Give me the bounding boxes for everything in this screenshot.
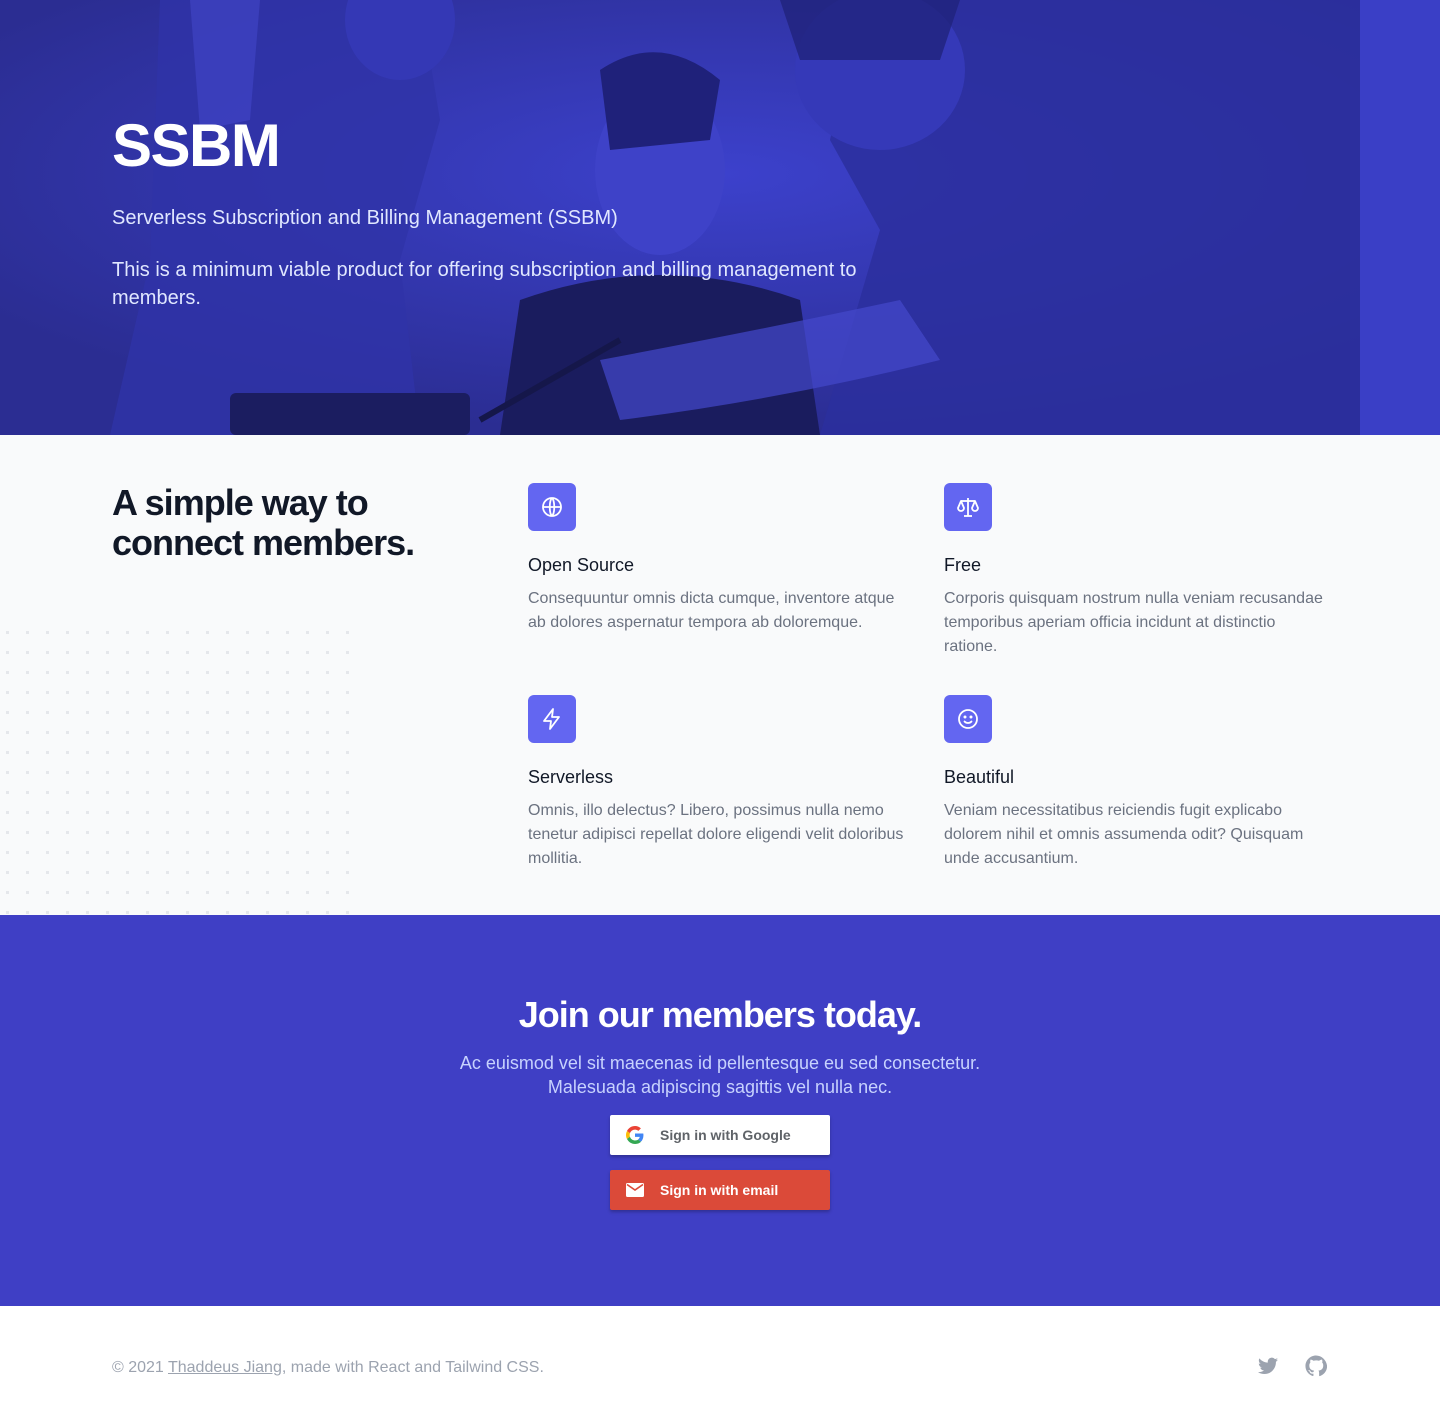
sign-in-email-button[interactable]: Sign in with email bbox=[610, 1170, 830, 1210]
author-link[interactable]: Thaddeus Jiang bbox=[168, 1359, 282, 1376]
google-icon bbox=[610, 1126, 660, 1144]
hero-subtitle: Serverless Subscription and Billing Mana… bbox=[112, 207, 618, 229]
hero-section: SSBM Serverless Subscription and Billing… bbox=[0, 0, 1440, 435]
hero-content: SSBM Serverless Subscription and Billing… bbox=[112, 112, 872, 312]
footer-suffix: , made with React and Tailwind CSS. bbox=[281, 1359, 544, 1376]
feature-title: Free bbox=[944, 555, 982, 575]
cta-section: Join our members today. Ac euismod vel s… bbox=[0, 915, 1440, 1306]
scale-icon bbox=[944, 483, 992, 531]
feature-open-source: Open Source Consequuntur omnis dicta cum… bbox=[528, 483, 908, 635]
dot-pattern bbox=[0, 625, 360, 915]
sign-in-google-label: Sign in with Google bbox=[660, 1127, 791, 1143]
globe-icon bbox=[528, 483, 576, 531]
footer-copyright: © 2021 Thaddeus Jiang, made with React a… bbox=[112, 1356, 544, 1380]
cta-description: Ac euismod vel sit maecenas id pellentes… bbox=[459, 1053, 981, 1097]
smile-icon bbox=[944, 695, 992, 743]
sign-in-google-button[interactable]: Sign in with Google bbox=[610, 1115, 830, 1155]
twitter-icon[interactable] bbox=[1256, 1354, 1280, 1378]
cta-title: Join our members today. bbox=[518, 994, 922, 1035]
feature-description: Omnis, illo delectus? Libero, possimus n… bbox=[528, 802, 904, 867]
feature-description: Veniam necessitatibus reiciendis fugit e… bbox=[944, 802, 1304, 867]
feature-title: Serverless bbox=[528, 767, 614, 787]
sign-in-email-label: Sign in with email bbox=[660, 1182, 779, 1198]
github-icon[interactable] bbox=[1304, 1354, 1328, 1378]
feature-serverless: Serverless Omnis, illo delectus? Libero,… bbox=[528, 695, 908, 871]
footer: © 2021 Thaddeus Jiang, made with React a… bbox=[0, 1306, 1440, 1426]
feature-beautiful: Beautiful Veniam necessitatibus reiciend… bbox=[944, 695, 1324, 871]
features-heading: A simple way to connect members. bbox=[112, 482, 415, 563]
feature-description: Corporis quisquam nostrum nulla veniam r… bbox=[944, 590, 1323, 655]
feature-description: Consequuntur omnis dicta cumque, invento… bbox=[528, 590, 895, 631]
lightning-icon bbox=[528, 695, 576, 743]
hero-title: SSBM bbox=[112, 112, 281, 179]
mail-icon bbox=[610, 1183, 660, 1197]
hero-description: This is a minimum viable product for off… bbox=[112, 259, 857, 309]
feature-free: Free Corporis quisquam nostrum nulla ven… bbox=[944, 483, 1324, 659]
features-section: A simple way to connect members. Open So… bbox=[0, 435, 1440, 915]
feature-title: Open Source bbox=[528, 555, 635, 575]
copyright-text: © 2021 bbox=[112, 1359, 164, 1376]
feature-title: Beautiful bbox=[944, 767, 1015, 787]
